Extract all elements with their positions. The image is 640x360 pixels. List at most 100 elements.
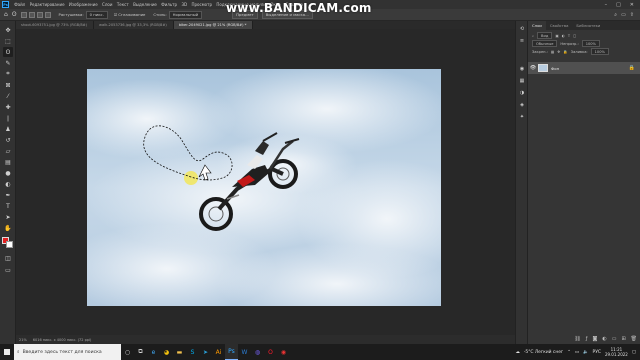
network-icon[interactable]: ▭ (575, 350, 579, 355)
lock-all-icon[interactable]: 🔒 (563, 50, 567, 54)
menu-3d[interactable]: 3D (179, 2, 189, 7)
history-brush-tool-icon[interactable]: ↺ (3, 135, 13, 145)
weather-icon[interactable]: ☁ (515, 350, 519, 355)
quick-select-tool-icon[interactable]: ✎ (3, 58, 13, 68)
notifications-icon[interactable]: ▢ (632, 350, 636, 355)
tab-layers[interactable]: Слои (528, 21, 546, 30)
filter-type-icon[interactable]: T (568, 34, 570, 38)
mask-icon[interactable]: ◙ (592, 336, 597, 342)
explorer-icon[interactable]: ▬ (173, 344, 186, 360)
gradient-tool-icon[interactable]: ▤ (3, 157, 13, 167)
quick-mask-icon[interactable]: ◫ (3, 253, 13, 263)
eraser-tool-icon[interactable]: ▱ (3, 146, 13, 156)
adjustments-icon[interactable]: ◑ (518, 89, 526, 97)
edge-icon[interactable]: e (147, 344, 160, 360)
maximize-button[interactable]: □ (616, 2, 621, 8)
history-icon[interactable]: ⟲ (518, 25, 526, 33)
intersect-selection-icon[interactable] (44, 11, 51, 18)
styles-icon[interactable]: ◈ (518, 101, 526, 109)
close-button[interactable]: ✕ (630, 2, 634, 8)
search-icon[interactable]: ⌕ (614, 12, 617, 18)
add-selection-icon[interactable] (28, 11, 35, 18)
blur-tool-icon[interactable]: ● (3, 168, 13, 178)
swatches-icon[interactable]: ▦ (518, 77, 526, 85)
layer-kind-select[interactable]: Вид (537, 32, 553, 39)
share-icon[interactable]: ⇪ (630, 12, 634, 18)
menu-file[interactable]: Файл (12, 2, 27, 7)
healing-brush-tool-icon[interactable]: ✚ (3, 102, 13, 112)
menu-view[interactable]: Просмотр (189, 2, 214, 7)
smoothing-checkbox[interactable]: ☑ (114, 12, 117, 17)
eyedropper-tool-icon[interactable]: ⁄ (3, 91, 13, 101)
menu-edit[interactable]: Редактирование (27, 2, 66, 7)
frame-tool-icon[interactable]: ⊠ (3, 80, 13, 90)
bandicam-icon[interactable]: ◉ (277, 344, 290, 360)
marquee-tool-icon[interactable]: ⬚ (3, 36, 13, 46)
taskbar-search[interactable]: ⌕ Введите здесь текст для поиска (14, 344, 121, 360)
skype-icon[interactable]: S (186, 344, 199, 360)
start-button[interactable] (0, 344, 14, 360)
tab-properties[interactable]: Свойства (546, 21, 573, 30)
type-tool-icon[interactable]: T (3, 201, 13, 211)
zoom-level[interactable]: 21% (19, 338, 27, 342)
color-icon[interactable]: ◉ (518, 65, 526, 73)
path-select-tool-icon[interactable]: ➤ (3, 212, 13, 222)
home-icon[interactable]: ⌂ (4, 11, 8, 18)
cortana-icon[interactable]: ○ (121, 344, 134, 360)
menu-type[interactable]: Текст (115, 2, 131, 7)
layer-row[interactable]: 👁 Фон 🔒 (528, 62, 640, 74)
new-layer-icon[interactable]: ⊞ (621, 336, 625, 342)
clone-stamp-tool-icon[interactable]: ♟ (3, 124, 13, 134)
workspace-icon[interactable]: ▭ (621, 12, 626, 18)
weather-text[interactable]: -5°C Легкий снег (524, 350, 563, 355)
fill-input[interactable]: 100% (590, 48, 609, 55)
dodge-tool-icon[interactable]: ◐ (3, 179, 13, 189)
filter-shape-icon[interactable]: ◻ (573, 34, 576, 38)
task-view-icon[interactable]: ⧉ (134, 344, 147, 360)
adjustment-layer-icon[interactable]: ◐ (602, 336, 606, 342)
brush-tool-icon[interactable]: ǀ (3, 113, 13, 123)
illustrator-icon[interactable]: Ai (212, 344, 225, 360)
telegram-icon[interactable]: ➤ (199, 344, 212, 360)
filter-pixel-icon[interactable]: ▣ (555, 34, 558, 38)
background-color-swatch[interactable] (6, 241, 13, 248)
trash-icon[interactable]: 🗑 (631, 336, 637, 342)
screen-mode-icon[interactable]: ▭ (3, 265, 13, 275)
folder-icon[interactable]: ▭ (612, 336, 617, 342)
menu-image[interactable]: Изображение (67, 2, 100, 7)
fx-icon[interactable]: ƒ (586, 336, 588, 342)
pen-tool-icon[interactable]: ✒ (3, 190, 13, 200)
menu-select[interactable]: Выделение (131, 2, 159, 7)
properties-icon[interactable]: ≡ (518, 37, 526, 45)
volume-icon[interactable]: 🔈 (583, 350, 588, 355)
feather-input[interactable]: 0 пикс. (85, 10, 108, 19)
photoshop-icon[interactable]: Ps (225, 344, 238, 360)
subtract-selection-icon[interactable] (36, 11, 43, 18)
opera-icon[interactable]: O (264, 344, 277, 360)
tab-document-1[interactable]: shoot-6093751.jpg @ 73% (RGB/8#) (16, 21, 95, 29)
new-selection-icon[interactable] (20, 11, 27, 18)
eye-icon[interactable]: 👁 (528, 65, 538, 71)
chrome-icon[interactable]: ◕ (160, 344, 173, 360)
language-indicator[interactable]: РУС (593, 350, 601, 355)
tab-libraries[interactable]: Библиотеки (572, 21, 604, 30)
move-tool-icon[interactable]: ✥ (3, 25, 13, 35)
blend-mode-select[interactable]: Обычные (532, 40, 558, 47)
tab-document-2[interactable]: walk-2053736.jpg @ 33,3% (RGB/8#) (94, 21, 174, 29)
hand-tool-icon[interactable]: ✋ (3, 223, 13, 233)
brushes-icon[interactable]: ✦ (518, 113, 526, 121)
lasso-tool-icon[interactable]: ʘ (3, 47, 13, 57)
tray-chevron-icon[interactable]: ⌃ (567, 350, 571, 355)
crop-tool-icon[interactable]: ⌗ (3, 69, 13, 79)
word-icon[interactable]: W (238, 344, 251, 360)
opacity-input[interactable]: 100% (581, 40, 600, 47)
filter-adjust-icon[interactable]: ◐ (562, 34, 565, 38)
image-canvas[interactable] (87, 69, 441, 306)
lock-pixels-icon[interactable]: ▦ (551, 50, 554, 54)
style-select[interactable]: Нормальный (168, 10, 203, 19)
minimize-button[interactable]: – (605, 2, 608, 8)
menu-layers[interactable]: Слои (100, 2, 115, 7)
viber-icon[interactable]: ◍ (251, 344, 264, 360)
clock[interactable]: 11:21 29.01.2022 (605, 347, 628, 357)
lock-position-icon[interactable]: ✥ (557, 50, 560, 54)
